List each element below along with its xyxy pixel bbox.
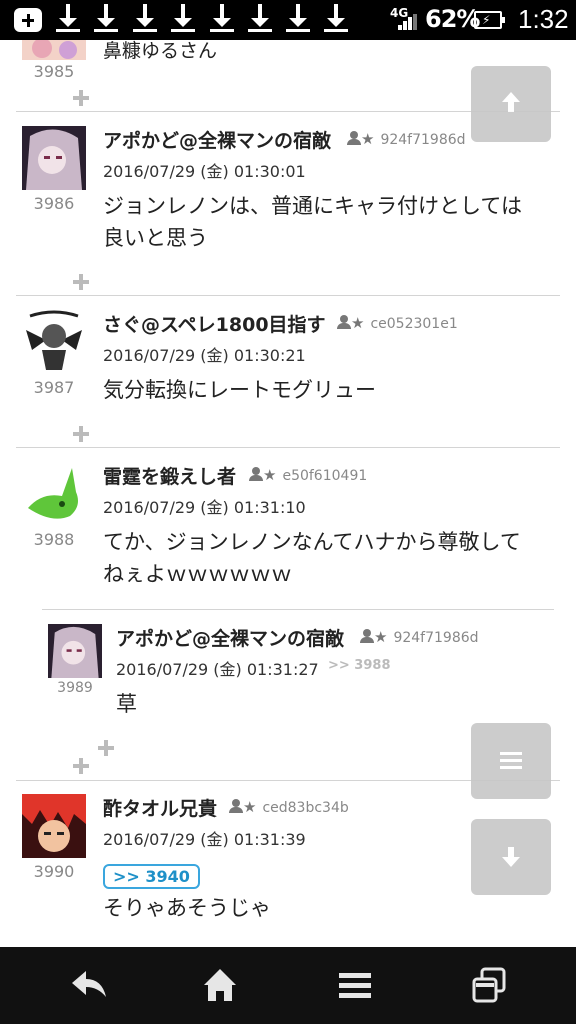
post-number: 3986 — [33, 194, 75, 213]
add-notification-icon — [14, 8, 42, 32]
recent-apps-icon — [472, 967, 506, 1003]
back-button[interactable] — [60, 961, 120, 1009]
avatar[interactable] — [22, 462, 86, 526]
thread-content[interactable]: 3985 鼻糠ゆるさん 3986 アポかど@全裸マンの宿敵 ★ 924f71986… — [0, 40, 576, 947]
nested-divider — [42, 609, 554, 610]
post-number: 3990 — [33, 862, 75, 881]
user-icon — [347, 131, 361, 145]
battery-icon: ⚡ — [474, 11, 505, 29]
post-body: そりゃあそうじゃ — [103, 896, 271, 920]
home-button[interactable] — [190, 961, 250, 1009]
download-icon — [286, 4, 310, 34]
download-icon — [171, 4, 195, 34]
download-icon — [324, 4, 348, 34]
expand-icon[interactable] — [73, 426, 89, 442]
poster-name[interactable]: 雷霆を鍛えし者 — [103, 462, 236, 489]
star-icon: ★ — [374, 628, 388, 646]
star-icon: ★ — [361, 130, 375, 148]
post-number: 3987 — [33, 378, 75, 397]
user-icon — [337, 315, 351, 329]
star-icon: ★ — [351, 314, 365, 332]
expand-icon[interactable] — [73, 274, 89, 290]
download-icon — [133, 4, 157, 34]
post-body: 草 — [116, 692, 137, 716]
poster-name[interactable]: アポかど@全裸マンの宿敵 — [116, 624, 344, 651]
home-icon — [204, 969, 236, 1001]
post-number: 3985 — [33, 62, 75, 81]
poster-id[interactable]: ★ ce052301e1 — [337, 314, 458, 332]
download-icon — [210, 4, 234, 34]
back-icon — [72, 971, 106, 997]
post-number: 3988 — [33, 530, 75, 549]
anchor-link[interactable]: >> 3940 — [103, 864, 200, 889]
poster-name[interactable]: 酢タオル兄貴 — [103, 794, 217, 821]
download-icon — [248, 4, 272, 34]
scroll-top-button[interactable] — [471, 66, 551, 142]
user-icon — [360, 629, 374, 643]
expand-icon[interactable] — [73, 758, 89, 774]
user-icon — [249, 467, 263, 481]
divider — [16, 295, 560, 296]
system-nav-bar — [0, 947, 576, 1024]
avatar[interactable] — [22, 794, 86, 858]
expand-icon[interactable] — [98, 740, 114, 756]
menu-icon — [500, 752, 522, 770]
user-icon — [229, 799, 243, 813]
avatar[interactable] — [22, 126, 86, 190]
post-body: てか、ジョンレノンなんてハナから尊敬して ねぇよｗｗｗｗｗｗ — [103, 530, 521, 586]
status-bar: 4G 62% ⚡ 1:32 — [0, 0, 576, 40]
poster-name: 鼻糠ゆるさん — [103, 40, 218, 62]
post-body: 気分転換にレートモグリュー — [103, 378, 376, 402]
post-date: 2016/07/29 (金) 01:31:27 — [116, 660, 319, 679]
menu-button[interactable] — [471, 723, 551, 799]
star-icon: ★ — [243, 798, 257, 816]
clock: 1:32 — [518, 4, 569, 34]
poster-id[interactable]: ★ e50f610491 — [249, 466, 367, 484]
post-body: ジョンレノンは、普通にキャラ付けとしては 良いと思う — [103, 194, 522, 250]
post-date: 2016/07/29 (金) 01:30:21 — [103, 346, 306, 365]
avatar[interactable] — [48, 624, 102, 678]
signal-icon — [398, 14, 418, 30]
reply-reference-link[interactable]: >> 3988 — [328, 658, 391, 673]
battery-percent: 62% — [425, 5, 480, 33]
post-date: 2016/07/29 (金) 01:31:10 — [103, 498, 306, 517]
poster-name[interactable]: アポかど@全裸マンの宿敵 — [103, 126, 331, 153]
menu-nav-button[interactable] — [325, 961, 385, 1009]
post-number: 3989 — [57, 680, 93, 696]
menu-icon — [339, 973, 371, 998]
scroll-bottom-button[interactable] — [471, 819, 551, 895]
avatar[interactable] — [22, 310, 86, 374]
avatar — [22, 40, 86, 60]
download-icon — [56, 4, 80, 34]
poster-id[interactable]: ★ 924f71986d — [360, 628, 479, 646]
poster-name[interactable]: さぐ@スペレ1800目指す — [103, 310, 326, 337]
download-icon — [94, 4, 118, 34]
arrow-down-icon — [502, 857, 520, 867]
poster-id[interactable]: ★ ced83bc34b — [229, 798, 349, 816]
recent-apps-button[interactable] — [460, 961, 520, 1009]
post-date: 2016/07/29 (金) 01:31:39 — [103, 830, 306, 849]
post-date: 2016/07/29 (金) 01:30:01 — [103, 162, 306, 181]
poster-id[interactable]: ★ 924f71986d — [347, 130, 466, 148]
divider — [16, 447, 560, 448]
expand-icon[interactable] — [73, 90, 89, 106]
star-icon: ★ — [263, 466, 277, 484]
